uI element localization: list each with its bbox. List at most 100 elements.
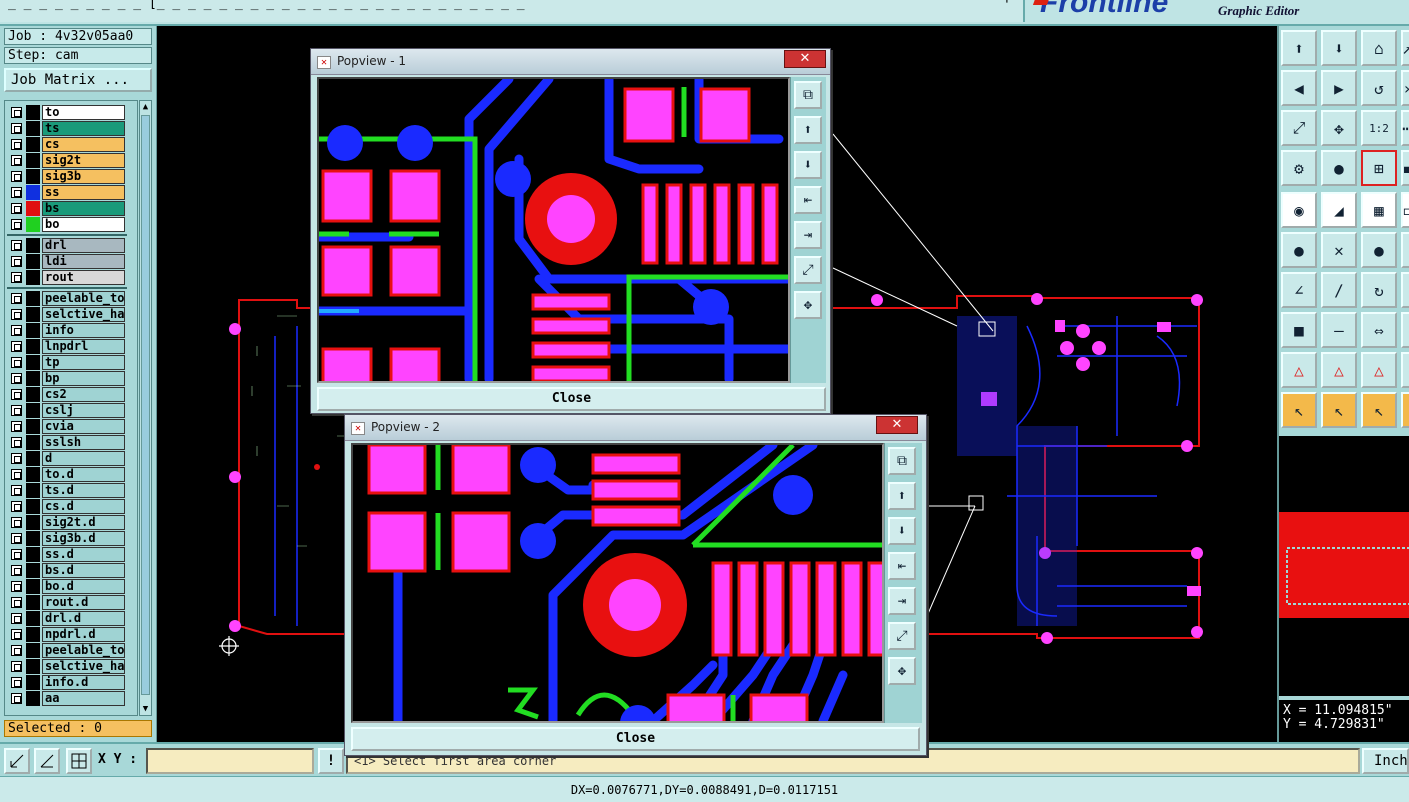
layer-row[interactable]: info bbox=[7, 323, 127, 338]
layer-checkbox[interactable] bbox=[11, 272, 22, 283]
layer-checkbox[interactable] bbox=[11, 661, 22, 672]
zoom-extra-icon[interactable]: ↗ bbox=[1401, 30, 1409, 66]
grid-icon[interactable] bbox=[66, 748, 92, 774]
layer-name[interactable]: ts.d bbox=[42, 483, 125, 498]
layer-name[interactable]: to.d bbox=[42, 467, 125, 482]
popview-1-titlebar[interactable]: ✕ Popview - 1 bbox=[311, 49, 830, 75]
layer-checkbox[interactable] bbox=[11, 469, 22, 480]
layer-name[interactable]: bp bbox=[42, 371, 125, 386]
layer-row[interactable]: bp bbox=[7, 371, 127, 386]
fit-view-icon[interactable]: ✥ bbox=[794, 291, 822, 319]
pointer-zoom-icon[interactable]: ↖ bbox=[1361, 392, 1397, 428]
alert-icon[interactable]: ! bbox=[318, 748, 344, 774]
layer-checkbox[interactable] bbox=[11, 240, 22, 251]
popview-2-titlebar[interactable]: ✕ Popview - 2 bbox=[345, 415, 926, 441]
popview-2-view[interactable] bbox=[351, 443, 884, 723]
layer-name[interactable]: info.d bbox=[42, 675, 125, 690]
extra-icon[interactable] bbox=[1401, 232, 1409, 268]
layer-checkbox[interactable] bbox=[11, 629, 22, 640]
layer-checkbox[interactable] bbox=[11, 107, 22, 118]
layer-name[interactable]: npdrl.d bbox=[42, 627, 125, 642]
layer-row[interactable]: npdrl.d bbox=[7, 627, 127, 642]
layer-name[interactable]: cs.d bbox=[42, 499, 125, 514]
layer-name[interactable]: bs bbox=[42, 201, 125, 216]
layer-checkbox[interactable] bbox=[11, 405, 22, 416]
layer-name[interactable]: selctive_hard bbox=[42, 307, 125, 322]
layer-row[interactable]: to.d bbox=[7, 467, 127, 482]
layer-row[interactable]: cs2 bbox=[7, 387, 127, 402]
layer-checkbox[interactable] bbox=[11, 123, 22, 134]
layer-name[interactable]: rout.d bbox=[42, 595, 125, 610]
net-icon[interactable]: ⊞ bbox=[1361, 150, 1397, 186]
layer-row[interactable]: cs.d bbox=[7, 499, 127, 514]
color-icon[interactable]: ◢ bbox=[1321, 192, 1357, 228]
move-up-icon[interactable]: ⬆ bbox=[794, 116, 822, 144]
layer-checkbox[interactable] bbox=[11, 309, 22, 320]
pan-right-icon[interactable]: ▶ bbox=[1321, 70, 1357, 106]
scroll-down-icon[interactable]: ▼ bbox=[140, 703, 151, 715]
layer-row[interactable]: ss bbox=[7, 185, 127, 200]
ruler-icon[interactable]: ▦ bbox=[1361, 192, 1397, 228]
layer-checkbox[interactable] bbox=[11, 517, 22, 528]
layer-row[interactable]: rout.d bbox=[7, 595, 127, 610]
layer-row[interactable]: sig3b.d bbox=[7, 531, 127, 546]
layer-checkbox[interactable] bbox=[11, 325, 22, 336]
layer-name[interactable]: to bbox=[42, 105, 125, 120]
layer-checkbox[interactable] bbox=[11, 203, 22, 214]
page-up-icon[interactable]: ⬆ bbox=[1281, 30, 1317, 66]
layer-row[interactable]: info.d bbox=[7, 675, 127, 690]
layer-name[interactable]: cs2 bbox=[42, 387, 125, 402]
layer-checkbox[interactable] bbox=[11, 581, 22, 592]
layer-name[interactable]: sig2t bbox=[42, 153, 125, 168]
zoom-in-icon[interactable]: ⤢ bbox=[794, 256, 822, 284]
extra-icon[interactable] bbox=[1401, 312, 1409, 348]
zoom-fit-icon[interactable]: ✥ bbox=[1321, 110, 1357, 146]
rotate-icon[interactable]: ↺ bbox=[1361, 70, 1397, 106]
feature-select-icon[interactable]: ◉ bbox=[1281, 192, 1317, 228]
connect-icon[interactable]: ● bbox=[1361, 232, 1397, 268]
layer-checkbox[interactable] bbox=[11, 219, 22, 230]
triangle-icon[interactable]: △ bbox=[1281, 352, 1317, 388]
popview-2-close-button[interactable]: Close bbox=[351, 727, 920, 751]
layer-name[interactable]: selctive_hard bbox=[42, 659, 125, 674]
layer-checkbox[interactable] bbox=[11, 256, 22, 267]
layer-row[interactable]: cvia bbox=[7, 419, 127, 434]
scale-1-2-icon[interactable]: 1:2 bbox=[1361, 110, 1397, 146]
layer-checkbox[interactable] bbox=[11, 293, 22, 304]
popview-1-close-button[interactable]: Close bbox=[317, 387, 826, 411]
select-extra-icon[interactable]: ▪ bbox=[1401, 150, 1409, 186]
pan-left-icon[interactable]: ◀ bbox=[1281, 70, 1317, 106]
minus-icon[interactable]: — bbox=[1321, 312, 1357, 348]
next-icon[interactable]: › bbox=[1401, 70, 1409, 106]
pad-icon[interactable]: ■ bbox=[1281, 312, 1317, 348]
move-right-icon[interactable]: ⇥ bbox=[888, 587, 916, 615]
layer-row[interactable]: cs bbox=[7, 137, 127, 152]
layer-checkbox[interactable] bbox=[11, 645, 22, 656]
layer-row[interactable]: cslj bbox=[7, 403, 127, 418]
extra-icon[interactable] bbox=[1401, 352, 1409, 388]
menu-bar[interactable]: _ _ _ _ _ _ _ _ _ [_ _ _ _ _ _ _ _ _ _ _… bbox=[0, 0, 1025, 22]
layer-row[interactable]: lnpdrl bbox=[7, 339, 127, 354]
layer-checkbox[interactable] bbox=[11, 373, 22, 384]
move-left-icon[interactable]: ⇤ bbox=[794, 186, 822, 214]
layer-checkbox[interactable] bbox=[11, 533, 22, 544]
layer-checkbox[interactable] bbox=[11, 597, 22, 608]
line-draw-icon[interactable]: ∠ bbox=[1281, 272, 1317, 308]
layer-row[interactable]: sig2t.d bbox=[7, 515, 127, 530]
fit-width-icon[interactable]: ⇔ bbox=[1361, 312, 1397, 348]
move-down-icon[interactable]: ⬇ bbox=[794, 151, 822, 179]
layer-row[interactable]: peelable_top bbox=[7, 291, 127, 306]
layer-name[interactable]: ss bbox=[42, 185, 125, 200]
extra-icon[interactable]: ▫ bbox=[1401, 192, 1409, 228]
layer-checkbox[interactable] bbox=[11, 421, 22, 432]
scroll-up-icon[interactable]: ▲ bbox=[140, 101, 151, 113]
zoom-extra-icon[interactable]: ⋯ bbox=[1401, 110, 1409, 146]
move-right-icon[interactable]: ⇥ bbox=[794, 221, 822, 249]
fit-icon[interactable]: ⤢ bbox=[1281, 110, 1317, 146]
layer-name[interactable]: peelable_top bbox=[42, 291, 125, 306]
layer-checkbox[interactable] bbox=[11, 357, 22, 368]
popview-1-view[interactable] bbox=[317, 77, 790, 383]
layer-checkbox[interactable] bbox=[11, 453, 22, 464]
fit-view-icon[interactable]: ✥ bbox=[888, 657, 916, 685]
move-down-icon[interactable]: ⬇ bbox=[888, 517, 916, 545]
